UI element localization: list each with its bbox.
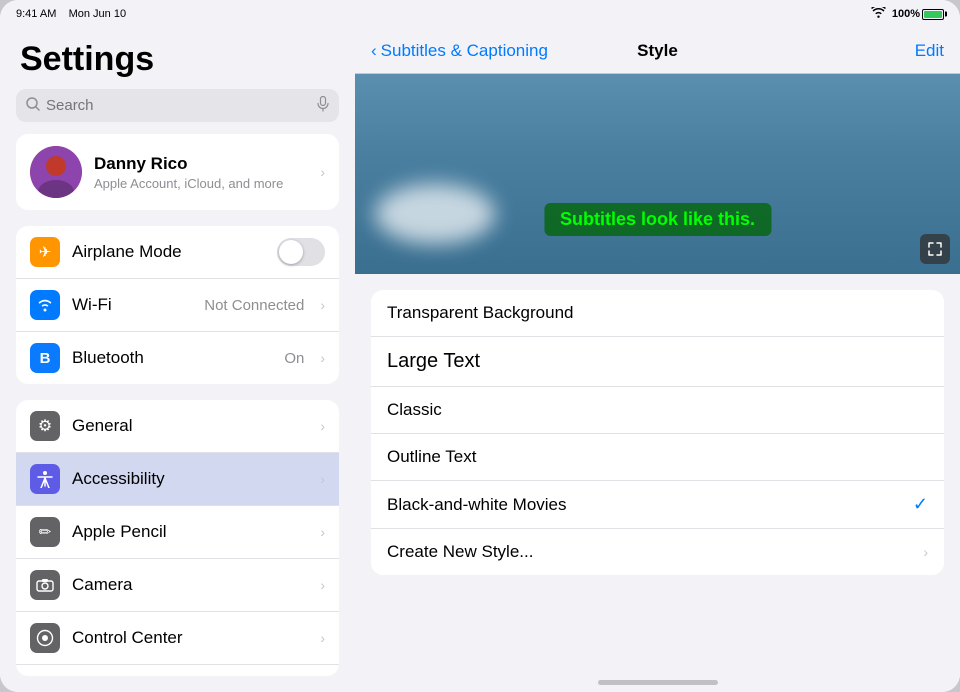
preview-area: Subtitles look like this.	[355, 74, 960, 274]
bw-movies-label: Black-and-white Movies	[387, 495, 913, 515]
create-new-label: Create New Style...	[387, 542, 923, 562]
device-frame: 9:41 AM Mon Jun 10 100%	[0, 0, 960, 692]
nav-edit-button[interactable]: Edit	[915, 41, 944, 61]
accessibility-icon	[30, 464, 60, 494]
sidebar: Settings	[0, 28, 355, 692]
sidebar-item-apple-pencil[interactable]: ✏ Apple Pencil ›	[16, 506, 339, 559]
classic-label: Classic	[387, 400, 928, 420]
profile-chevron: ›	[320, 164, 325, 180]
accessibility-label: Accessibility	[72, 469, 308, 489]
battery-bar	[922, 9, 944, 20]
bluetooth-label: Bluetooth	[72, 348, 272, 368]
time-display: 9:41 AM	[16, 8, 56, 20]
bluetooth-icon: B	[30, 343, 60, 373]
settings-group-1: ✈ Airplane Mode Wi-Fi Not Connected ›	[16, 226, 339, 384]
status-bar: 9:41 AM Mon Jun 10 100%	[0, 0, 960, 28]
style-options-group: Transparent Background Large Text Classi…	[371, 290, 944, 575]
home-indicator	[355, 672, 960, 692]
style-option-large-text[interactable]: Large Text	[371, 337, 944, 387]
camera-icon	[30, 570, 60, 600]
style-option-create-new[interactable]: Create New Style... ›	[371, 529, 944, 575]
cloud-decoration	[375, 184, 495, 244]
nav-bar: ‹ Subtitles & Captioning Style Edit	[355, 28, 960, 74]
bluetooth-value: On	[284, 350, 304, 367]
fullscreen-button[interactable]	[920, 234, 950, 264]
battery-indicator: 100%	[892, 8, 944, 20]
airplane-label: Airplane Mode	[72, 242, 265, 262]
avatar	[30, 146, 82, 198]
main-layout: Settings	[0, 28, 960, 692]
wifi-label: Wi-Fi	[72, 295, 192, 315]
back-chevron-icon: ‹	[371, 41, 377, 61]
bw-movies-checkmark: ✓	[913, 494, 928, 515]
nav-back-label: Subtitles & Captioning	[381, 41, 548, 61]
airplane-icon: ✈	[30, 237, 60, 267]
sidebar-item-bluetooth[interactable]: B Bluetooth On ›	[16, 332, 339, 384]
subtitle-preview: Subtitles look like this.	[544, 203, 771, 236]
profile-subtitle: Apple Account, iCloud, and more	[94, 176, 308, 191]
search-input[interactable]	[46, 97, 311, 114]
pencil-chevron: ›	[320, 524, 325, 540]
status-time: 9:41 AM Mon Jun 10	[16, 8, 126, 20]
date-display: Mon Jun 10	[69, 8, 126, 20]
style-option-outline-text[interactable]: Outline Text	[371, 434, 944, 481]
camera-chevron: ›	[320, 577, 325, 593]
search-icon	[26, 97, 40, 114]
battery-fill	[924, 11, 942, 18]
wifi-value: Not Connected	[204, 297, 304, 314]
wifi-settings-icon	[30, 290, 60, 320]
search-bar[interactable]	[16, 89, 339, 122]
sidebar-title: Settings	[0, 28, 355, 89]
camera-label: Camera	[72, 575, 308, 595]
control-center-label: Control Center	[72, 628, 308, 648]
wifi-chevron: ›	[320, 297, 325, 313]
transparent-bg-label: Transparent Background	[387, 303, 928, 323]
nav-back-button[interactable]: ‹ Subtitles & Captioning	[371, 41, 548, 61]
general-chevron: ›	[320, 418, 325, 434]
style-option-bw-movies[interactable]: Black-and-white Movies ✓	[371, 481, 944, 529]
sidebar-item-general[interactable]: ⚙ General ›	[16, 400, 339, 453]
apple-pencil-label: Apple Pencil	[72, 522, 308, 542]
style-list: Transparent Background Large Text Classi…	[355, 274, 960, 672]
sidebar-item-accessibility[interactable]: Accessibility ›	[16, 453, 339, 506]
mic-icon	[317, 96, 329, 115]
sidebar-item-wifi[interactable]: Wi-Fi Not Connected ›	[16, 279, 339, 332]
control-center-chevron: ›	[320, 630, 325, 646]
profile-name: Danny Rico	[94, 154, 308, 174]
create-new-chevron-icon: ›	[923, 544, 928, 560]
profile-info: Danny Rico Apple Account, iCloud, and mo…	[94, 154, 308, 191]
apple-pencil-icon: ✏	[30, 517, 60, 547]
outline-text-label: Outline Text	[387, 447, 928, 467]
sidebar-item-airplane[interactable]: ✈ Airplane Mode	[16, 226, 339, 279]
home-indicator-bar	[598, 680, 718, 685]
nav-title: Style	[637, 41, 678, 61]
large-text-label: Large Text	[387, 350, 928, 373]
right-panel: ‹ Subtitles & Captioning Style Edit Subt…	[355, 28, 960, 692]
sidebar-item-camera[interactable]: Camera ›	[16, 559, 339, 612]
sidebar-item-control-center[interactable]: Control Center ›	[16, 612, 339, 665]
bluetooth-chevron: ›	[320, 350, 325, 366]
profile-row[interactable]: Danny Rico Apple Account, iCloud, and mo…	[16, 134, 339, 210]
airplane-toggle[interactable]	[277, 238, 325, 266]
accessibility-chevron: ›	[320, 471, 325, 487]
settings-group-2: ⚙ General › Accessibility › ✏	[16, 400, 339, 676]
wifi-icon	[871, 7, 886, 21]
style-option-classic[interactable]: Classic	[371, 387, 944, 434]
battery-percentage: 100%	[892, 8, 920, 20]
style-option-transparent-bg[interactable]: Transparent Background	[371, 290, 944, 337]
general-label: General	[72, 416, 308, 436]
status-indicators: 100%	[871, 7, 944, 21]
general-icon: ⚙	[30, 411, 60, 441]
sidebar-item-display[interactable]: Display & Brightness ›	[16, 665, 339, 676]
control-center-icon	[30, 623, 60, 653]
